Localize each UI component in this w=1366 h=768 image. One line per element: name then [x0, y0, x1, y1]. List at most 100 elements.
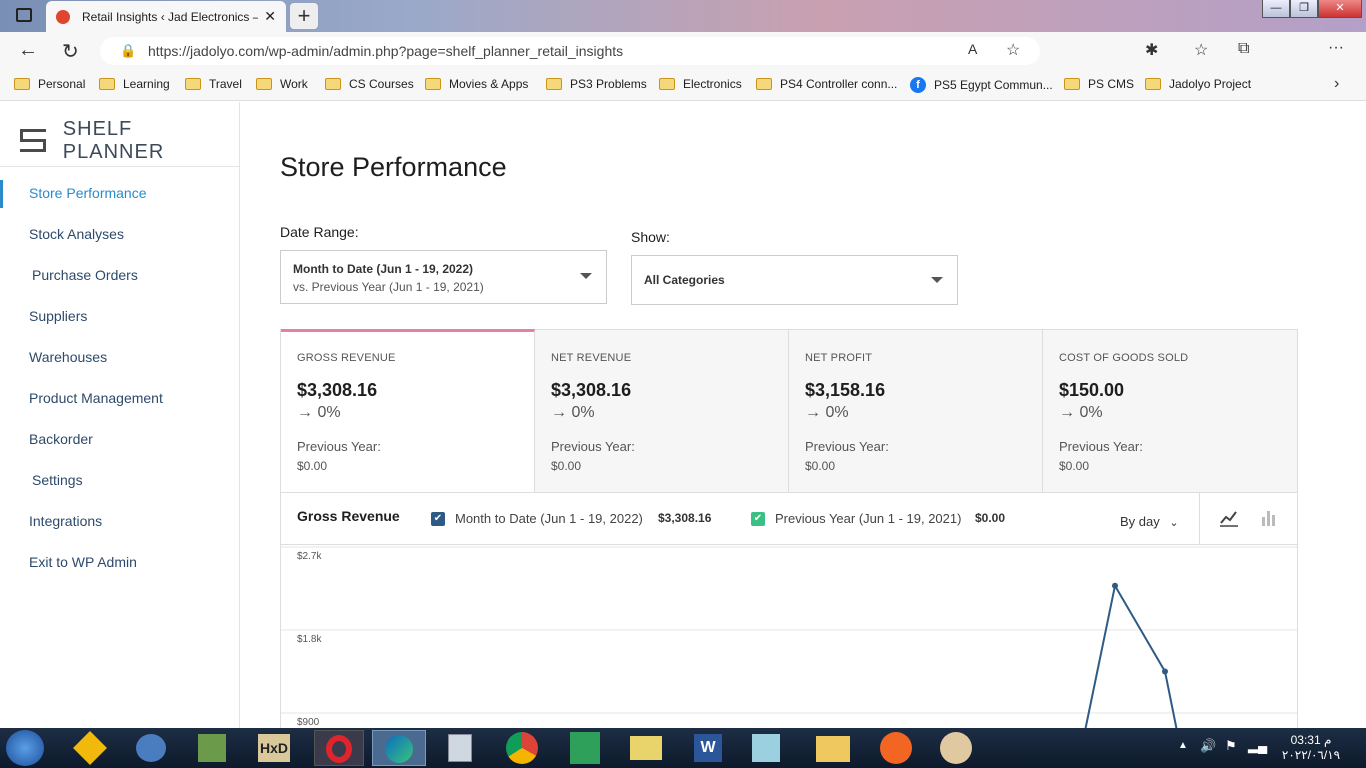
facebook-icon: f	[910, 77, 926, 93]
app-icon[interactable]	[570, 732, 600, 764]
bookmark-item[interactable]: PS CMS	[1064, 77, 1134, 91]
tray-arrow-icon[interactable]: ▲	[1178, 740, 1188, 751]
volume-icon[interactable]: 🔊	[1200, 738, 1216, 754]
checkbox-checked-icon[interactable]: ✔	[751, 511, 765, 526]
card-value: $3,308.16	[551, 380, 632, 400]
read-aloud-icon[interactable]: A	[968, 41, 977, 57]
bookmark-item[interactable]: Electronics	[659, 77, 742, 91]
date-range-value: Month to Date (Jun 1 - 19, 2022)	[293, 262, 474, 276]
app-icon[interactable]	[880, 732, 912, 764]
sidebar-item-store-performance[interactable]: Store Performance	[29, 185, 147, 201]
chrome-icon[interactable]	[506, 732, 538, 764]
url-text: https://jadolyo.com/wp-admin/admin.php?p…	[148, 43, 624, 59]
flag-icon[interactable]: ⚑	[1225, 738, 1237, 754]
favorites-bar-icon[interactable]: ☆	[1194, 40, 1208, 60]
sidebar-item-stock-analyses[interactable]: Stock Analyses	[29, 226, 124, 242]
minimize-button[interactable]: —	[1262, 0, 1290, 18]
divider	[0, 166, 239, 167]
chevron-right-icon[interactable]: ›	[1334, 75, 1339, 93]
bookmark-item[interactable]: PS3 Problems	[546, 77, 647, 91]
bookmark-item[interactable]: Personal	[14, 77, 85, 91]
sidebar-item-suppliers[interactable]: Suppliers	[29, 308, 87, 324]
interval-label: By day	[1120, 514, 1160, 529]
paint-icon[interactable]	[940, 732, 972, 764]
browser-tab[interactable]: Retail Insights ‹ Jad Electronics — ✕	[46, 1, 286, 32]
word-icon[interactable]: W	[694, 734, 722, 762]
sidebar-item-warehouses[interactable]: Warehouses	[29, 349, 107, 365]
close-window-button[interactable]: ✕	[1318, 0, 1362, 18]
network-icon[interactable]: ▂▄	[1248, 738, 1267, 754]
legend-label: Month to Date (Jun 1 - 19, 2022)	[455, 511, 643, 526]
bookmark-item[interactable]: Travel	[185, 77, 242, 91]
card-gross-revenue[interactable]: GROSS REVENUE $3,308.16 → 0% Previous Ye…	[281, 329, 535, 493]
data-point[interactable]	[1162, 668, 1168, 675]
bookmark-item[interactable]: Work	[256, 77, 308, 91]
bookmark-item[interactable]: Learning	[99, 77, 170, 91]
date-range-select[interactable]: Month to Date (Jun 1 - 19, 2022) vs. Pre…	[280, 250, 607, 304]
legend-current[interactable]: ✔ Month to Date (Jun 1 - 19, 2022)	[431, 511, 643, 526]
chart-plot-area: $2.7k $1.8k $900	[281, 546, 1297, 731]
sidebar-item-integrations[interactable]: Integrations	[29, 513, 102, 529]
bookmark-item[interactable]: f PS5 Egypt Commun...	[910, 77, 1053, 93]
folder-icon[interactable]	[816, 736, 850, 762]
back-icon[interactable]: ←	[18, 39, 38, 62]
data-point[interactable]	[1112, 582, 1118, 589]
start-button[interactable]	[6, 730, 44, 766]
app-icon[interactable]	[752, 734, 780, 762]
y-tick-label: $900	[297, 717, 320, 728]
chart-header: Gross Revenue ✔ Month to Date (Jun 1 - 1…	[281, 493, 1297, 545]
card-cost-of-goods-sold[interactable]: COST OF GOODS SOLD $150.00 → 0% Previous…	[1043, 330, 1297, 492]
explorer-icon[interactable]	[630, 736, 662, 760]
clock[interactable]: 03:31 م ٢٠٢٢/٠٦/١٩	[1280, 733, 1342, 763]
binance-icon[interactable]	[73, 731, 107, 765]
legend-previous[interactable]: ✔ Previous Year (Jun 1 - 19, 2021)	[751, 511, 961, 526]
sidebar-item-purchase-orders[interactable]: Purchase Orders	[32, 267, 138, 283]
sidebar-item-backorder[interactable]: Backorder	[29, 431, 93, 447]
more-menu-icon[interactable]: ···	[1328, 39, 1344, 57]
sidebar-item-exit-wp-admin[interactable]: Exit to WP Admin	[29, 554, 137, 570]
line-chart-icon[interactable]	[1220, 509, 1238, 527]
url-field[interactable]: 🔒 https://jadolyo.com/wp-admin/admin.php…	[100, 37, 1040, 65]
refresh-icon[interactable]: ↻	[62, 39, 79, 64]
chevron-down-icon	[580, 273, 592, 279]
calculator-icon[interactable]	[448, 734, 472, 762]
app-icon[interactable]	[198, 734, 226, 762]
favorite-icon[interactable]: ☆	[1006, 40, 1020, 60]
hxd-icon[interactable]: HxD	[258, 734, 290, 762]
legend-label: Previous Year (Jun 1 - 19, 2021)	[775, 511, 962, 526]
folder-icon	[99, 78, 115, 90]
new-tab-button[interactable]: +	[290, 3, 318, 29]
card-prev-value: $0.00	[297, 459, 328, 473]
card-net-revenue[interactable]: NET REVENUE $3,308.16 → 0% Previous Year…	[535, 330, 789, 492]
sidebar-item-settings[interactable]: Settings	[32, 472, 83, 488]
folder-icon	[756, 78, 772, 90]
mail-icon[interactable]	[136, 734, 166, 762]
collections-icon[interactable]: ⧉	[1238, 40, 1249, 58]
opera-icon[interactable]	[314, 730, 364, 766]
card-title: NET REVENUE	[551, 352, 632, 364]
card-net-profit[interactable]: NET PROFIT $3,158.16 → 0% Previous Year:…	[789, 330, 1043, 492]
browser-tab-bar: Retail Insights ‹ Jad Electronics — ✕ + …	[0, 0, 1366, 32]
date-range-compare: vs. Previous Year (Jun 1 - 19, 2021)	[293, 280, 484, 294]
page-scrollbar[interactable]	[1350, 102, 1366, 728]
card-prev-label: Previous Year:	[1059, 439, 1143, 454]
category-select[interactable]: All Categories	[631, 255, 958, 305]
folder-icon	[325, 78, 341, 90]
folder-icon	[256, 78, 272, 90]
interval-select[interactable]: By day ⌄	[1120, 514, 1179, 529]
bookmark-item[interactable]: Jadolyo Project	[1145, 77, 1251, 91]
folder-icon	[425, 78, 441, 90]
sidebar-item-product-management[interactable]: Product Management	[29, 390, 163, 406]
chart-title: Gross Revenue	[297, 508, 400, 524]
extensions-icon[interactable]: ✱	[1145, 40, 1158, 60]
checkbox-checked-icon[interactable]: ✔	[431, 511, 445, 526]
bookmark-item[interactable]: Movies & Apps	[425, 77, 528, 91]
bookmark-item[interactable]: PS4 Controller conn...	[756, 77, 897, 91]
maximize-button[interactable]: ❐	[1290, 0, 1318, 18]
taskbar: HxD W ▲ 🔊 ⚑ ▂▄ 03:31 م ٢٠٢٢/٠٦/١٩	[0, 728, 1366, 768]
bookmark-item[interactable]: CS Courses	[325, 77, 414, 91]
edge-icon[interactable]	[372, 730, 426, 766]
close-tab-icon[interactable]: ✕	[264, 8, 276, 25]
bar-chart-icon[interactable]	[1260, 509, 1278, 527]
tab-actions-icon[interactable]	[16, 8, 32, 22]
